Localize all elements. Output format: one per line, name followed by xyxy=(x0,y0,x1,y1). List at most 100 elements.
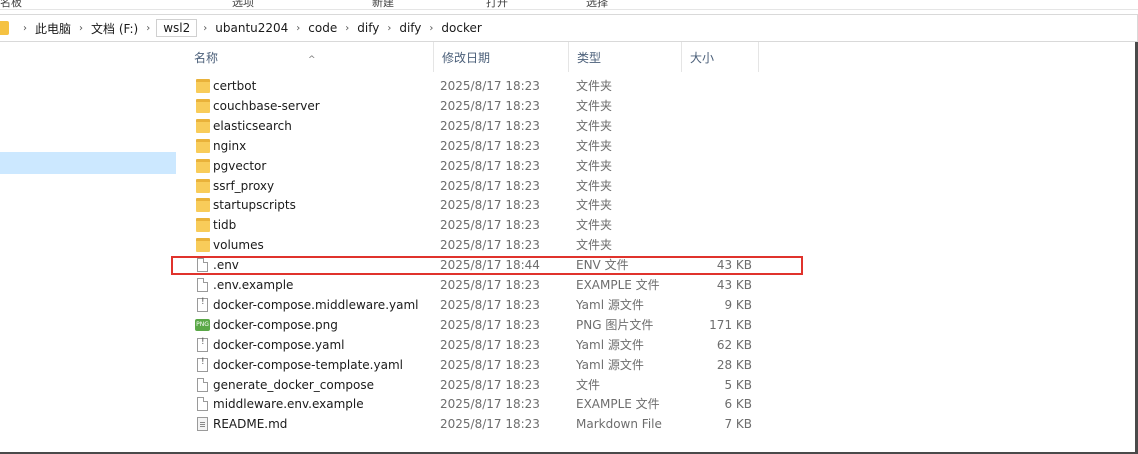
column-header-date[interactable]: 修改日期 xyxy=(434,42,569,72)
file-row[interactable]: certbot 2025/8/17 18:23 文件夹 xyxy=(186,76,806,96)
folder-icon xyxy=(196,98,210,113)
column-header-size[interactable]: 大小 xyxy=(682,42,759,72)
file-name: ssrf_proxy xyxy=(213,178,275,193)
file-row[interactable]: elasticsearch 2025/8/17 18:23 文件夹 xyxy=(186,116,806,136)
ribbon-label[interactable]: 新建 xyxy=(372,0,394,9)
chevron-right-icon[interactable]: › xyxy=(296,23,300,34)
file-list[interactable]: 名称 ^ 修改日期 类型 大小 certbot 2025/8/17 18:23 文件… xyxy=(186,42,1138,432)
ribbon-label[interactable]: 打开 xyxy=(486,0,508,9)
folder-icon xyxy=(196,238,210,253)
file-modified-date: 2025/8/17 18:23 xyxy=(440,138,540,153)
file-size: 171 KB xyxy=(709,317,752,332)
file-modified-date: 2025/8/17 18:23 xyxy=(440,238,540,253)
file-row[interactable]: PNG docker-compose.png 2025/8/17 18:23 PNG … xyxy=(186,315,806,335)
file-row[interactable]: volumes 2025/8/17 18:23 文件夹 xyxy=(186,235,806,255)
column-header-name[interactable]: 名称 ^ xyxy=(186,42,434,72)
file-size: 6 KB xyxy=(724,397,752,412)
file-size xyxy=(686,195,752,215)
folder-icon xyxy=(196,218,210,233)
file-name: pgvector xyxy=(213,158,267,173)
chevron-right-icon[interactable]: › xyxy=(23,23,27,34)
file-row[interactable]: .env 2025/8/17 18:44 ENV 文件 43 KB xyxy=(186,255,806,275)
file-type: 文件夹 xyxy=(576,198,613,213)
file-type: 文件夹 xyxy=(576,238,613,253)
file-name: middleware.env.example xyxy=(213,397,364,412)
folder-icon xyxy=(196,178,210,193)
file-name: volumes xyxy=(213,238,264,253)
breadcrumb-item[interactable]: dify xyxy=(355,19,381,37)
chevron-right-icon[interactable]: › xyxy=(203,23,207,34)
file-row[interactable]: .env.example 2025/8/17 18:23 EXAMPLE 文件 43 … xyxy=(186,275,806,295)
png-file-icon: PNG xyxy=(195,318,210,331)
chevron-right-icon[interactable]: › xyxy=(146,23,150,34)
file-size xyxy=(686,235,752,255)
file-row[interactable]: ssrf_proxy 2025/8/17 18:23 文件夹 xyxy=(186,176,806,196)
file-row[interactable]: nginx 2025/8/17 18:23 文件夹 xyxy=(186,136,806,156)
file-type: Markdown File xyxy=(576,417,662,432)
folder-icon xyxy=(196,79,210,93)
file-name: docker-compose-template.yaml xyxy=(213,357,403,372)
breadcrumb-item[interactable]: dify xyxy=(397,19,423,37)
file-name: docker-compose.yaml xyxy=(213,337,345,352)
file-row[interactable]: middleware.env.example 2025/8/17 18:23 EXA… xyxy=(186,394,806,414)
column-headers: 名称 ^ 修改日期 类型 大小 xyxy=(186,42,1138,76)
chevron-right-icon[interactable]: › xyxy=(429,23,433,34)
nav-item-selected[interactable] xyxy=(0,152,176,174)
column-header-type[interactable]: 类型 xyxy=(569,42,682,72)
file-row[interactable]: startupscripts 2025/8/17 18:23 文件夹 xyxy=(186,195,806,215)
yaml-file-icon xyxy=(197,337,208,352)
file-modified-date: 2025/8/17 18:23 xyxy=(440,218,540,233)
file-size: 9 KB xyxy=(724,297,752,312)
ribbon-label[interactable]: 选择 xyxy=(586,0,608,9)
breadcrumb-item[interactable]: ubantu2204 xyxy=(213,19,290,37)
file-row[interactable]: docker-compose.yaml 2025/8/17 18:23 Yaml 源… xyxy=(186,335,806,355)
file-modified-date: 2025/8/17 18:23 xyxy=(440,357,540,372)
file-name: .env.example xyxy=(213,278,294,292)
file-row[interactable]: tidb 2025/8/17 18:23 文件夹 xyxy=(186,215,806,235)
folder-icon xyxy=(196,138,210,153)
file-icon xyxy=(197,278,208,292)
file-modified-date: 2025/8/17 18:23 xyxy=(440,118,540,133)
breadcrumb-item[interactable]: 文档 (F:) xyxy=(89,18,140,39)
file-size: 43 KB xyxy=(716,278,752,292)
file-size: 43 KB xyxy=(716,258,752,273)
file-row[interactable]: couchbase-server 2025/8/17 18:23 文件夹 xyxy=(186,96,806,116)
breadcrumb-item[interactable]: wsl2 xyxy=(156,19,198,37)
file-row[interactable]: README.md 2025/8/17 18:23 Markdown File 7 K… xyxy=(186,414,806,434)
file-row[interactable]: pgvector 2025/8/17 18:23 文件夹 xyxy=(186,156,806,176)
file-size xyxy=(686,76,752,96)
folder-icon xyxy=(196,118,210,133)
file-modified-date: 2025/8/17 18:23 xyxy=(440,397,540,412)
file-type: 文件夹 xyxy=(576,158,613,173)
breadcrumb-item[interactable]: docker xyxy=(439,19,483,37)
file-type: 文件夹 xyxy=(576,178,613,193)
file-size xyxy=(686,136,752,156)
file-size: 28 KB xyxy=(716,357,752,372)
folder-icon xyxy=(196,198,210,213)
file-name: certbot xyxy=(213,79,257,93)
file-type: EXAMPLE 文件 xyxy=(576,397,660,412)
file-size xyxy=(686,116,752,136)
breadcrumb-item[interactable]: code xyxy=(306,19,339,37)
ribbon-label[interactable]: 名板 xyxy=(0,0,22,9)
file-row[interactable]: docker-compose-template.yaml 2025/8/17 18… xyxy=(186,355,806,375)
ribbon-strip: 名板 选项 新建 打开 选择 xyxy=(0,0,1138,10)
chevron-right-icon[interactable]: › xyxy=(387,23,391,34)
file-modified-date: 2025/8/17 18:23 xyxy=(440,377,540,392)
chevron-right-icon[interactable]: › xyxy=(345,23,349,34)
ribbon-label[interactable]: 选项 xyxy=(232,0,254,9)
breadcrumb-item[interactable]: 此电脑 xyxy=(33,18,73,39)
file-modified-date: 2025/8/17 18:23 xyxy=(440,178,540,193)
file-size xyxy=(686,96,752,116)
file-row[interactable]: generate_docker_compose 2025/8/17 18:23 文件… xyxy=(186,375,806,395)
file-modified-date: 2025/8/17 18:44 xyxy=(440,258,540,273)
file-name: README.md xyxy=(213,417,288,432)
file-name: .env xyxy=(213,258,239,273)
address-bar[interactable]: › 此电脑 › 文档 (F:) › wsl2 › ubantu2204 › co… xyxy=(0,14,1138,42)
navigation-pane[interactable] xyxy=(0,42,176,454)
file-name: nginx xyxy=(213,138,247,153)
file-name: startupscripts xyxy=(213,198,296,213)
chevron-right-icon[interactable]: › xyxy=(79,23,83,34)
file-row[interactable]: docker-compose.middleware.yaml 2025/8/17 … xyxy=(186,295,806,315)
column-header-label: 名称 xyxy=(194,51,219,65)
